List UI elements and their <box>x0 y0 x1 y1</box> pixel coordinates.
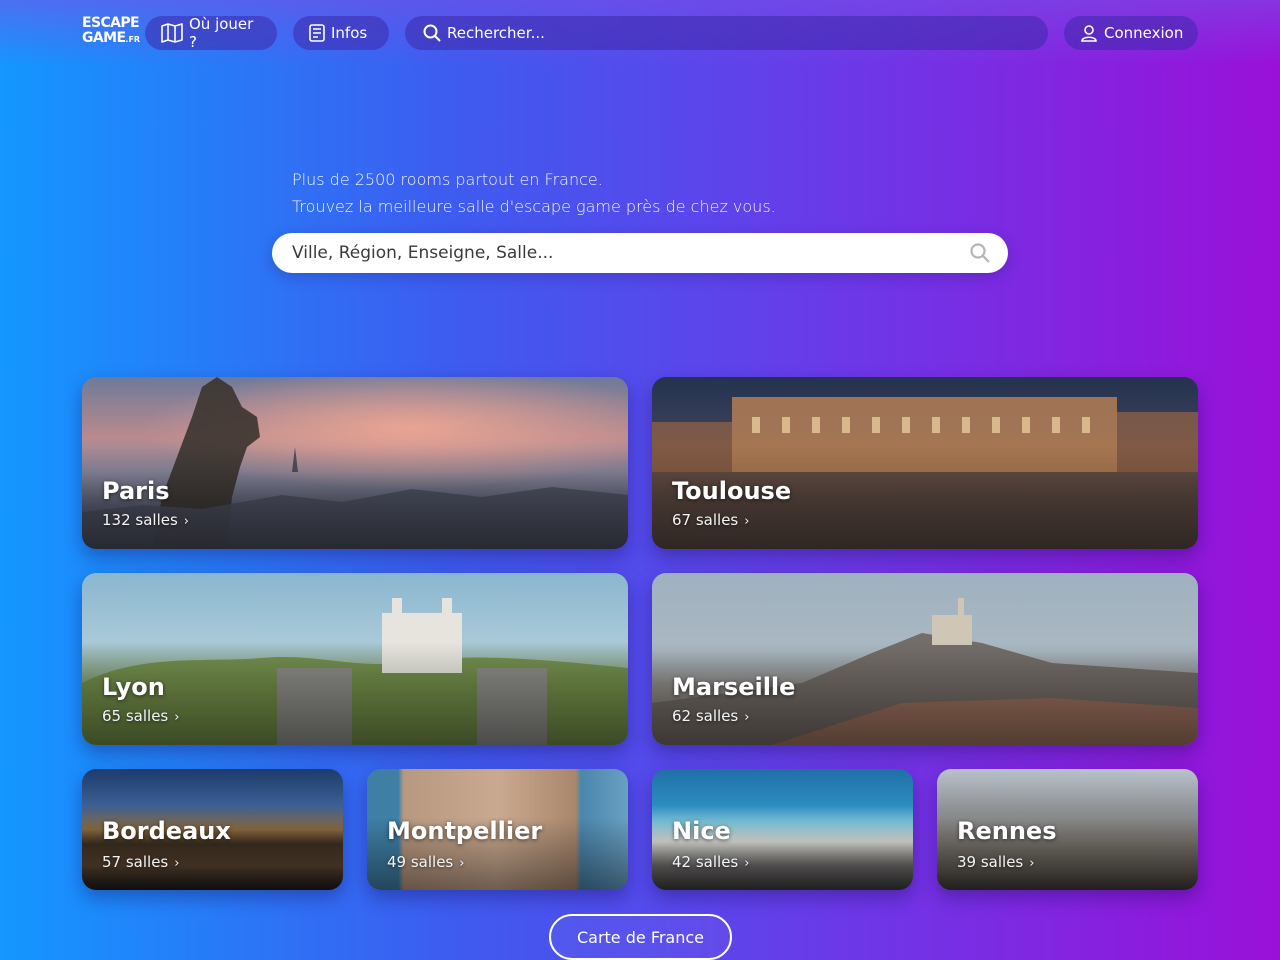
city-card-nice[interactable]: Nice 42 salles › <box>652 769 913 890</box>
hero-search-box <box>272 233 1008 273</box>
search-icon <box>423 24 441 42</box>
hero-search-input[interactable] <box>292 233 952 273</box>
login-label: Connexion <box>1104 24 1184 42</box>
hero-line-2: Trouvez la meilleure salle d'escape game… <box>292 197 776 216</box>
city-card-toulouse[interactable]: Toulouse 67 salles › <box>652 377 1198 549</box>
hero-tagline: Plus de 2500 rooms partout en France. Tr… <box>292 166 992 220</box>
city-name: Lyon <box>102 673 165 701</box>
chevron-right-icon: › <box>744 710 750 725</box>
city-name: Toulouse <box>672 477 792 505</box>
city-name: Paris <box>102 477 170 505</box>
chevron-right-icon: › <box>1029 856 1035 871</box>
city-card-rennes[interactable]: Rennes 39 salles › <box>937 769 1198 890</box>
city-name: Montpellier <box>387 817 543 845</box>
hero-line-1: Plus de 2500 rooms partout en France. <box>292 170 603 189</box>
city-card-marseille[interactable]: Marseille 62 salles › <box>652 573 1198 745</box>
header-search-placeholder: Rechercher... <box>447 24 545 42</box>
city-card-montpellier[interactable]: Montpellier 49 salles › <box>367 769 628 890</box>
chevron-right-icon: › <box>183 514 189 529</box>
city-name: Marseille <box>672 673 796 701</box>
city-card-bordeaux[interactable]: Bordeaux 57 salles › <box>82 769 343 890</box>
logo-line-1: ESCAPE <box>82 15 140 31</box>
city-name: Bordeaux <box>102 817 231 845</box>
infos-label: Infos <box>331 24 368 42</box>
city-card-lyon[interactable]: Lyon 65 salles › <box>82 573 628 745</box>
where-to-play-label: Où jouer ? <box>189 15 254 51</box>
map-icon <box>161 23 183 43</box>
france-map-button[interactable]: Carte de France <box>549 914 732 960</box>
city-count: 42 salles › <box>672 853 750 871</box>
chevron-right-icon: › <box>744 856 750 871</box>
document-icon <box>309 24 325 42</box>
magnifier-icon[interactable] <box>970 243 990 263</box>
site-logo[interactable]: ESCAPE GAME.FR <box>82 15 141 50</box>
city-card-paris[interactable]: Paris 132 salles › <box>82 377 628 549</box>
logo-line-2: GAME.FR <box>82 30 141 46</box>
infos-button[interactable]: Infos <box>293 16 389 50</box>
city-count: 49 salles › <box>387 853 465 871</box>
user-icon <box>1081 25 1097 42</box>
chevron-right-icon: › <box>744 514 750 529</box>
chevron-right-icon: › <box>174 710 180 725</box>
city-count: 132 salles › <box>102 511 189 529</box>
city-count: 57 salles › <box>102 853 180 871</box>
top-header: ESCAPE GAME.FR Où jouer ? Infos Recherch… <box>0 0 1280 66</box>
city-count: 39 salles › <box>957 853 1035 871</box>
city-name: Rennes <box>957 817 1057 845</box>
chevron-right-icon: › <box>459 856 465 871</box>
city-count: 67 salles › <box>672 511 750 529</box>
city-name: Nice <box>672 817 731 845</box>
login-button[interactable]: Connexion <box>1064 16 1198 50</box>
city-count: 65 salles › <box>102 707 180 725</box>
header-search-bar[interactable]: Rechercher... <box>405 16 1048 50</box>
where-to-play-button[interactable]: Où jouer ? <box>145 15 277 51</box>
city-count: 62 salles › <box>672 707 750 725</box>
chevron-right-icon: › <box>174 856 180 871</box>
